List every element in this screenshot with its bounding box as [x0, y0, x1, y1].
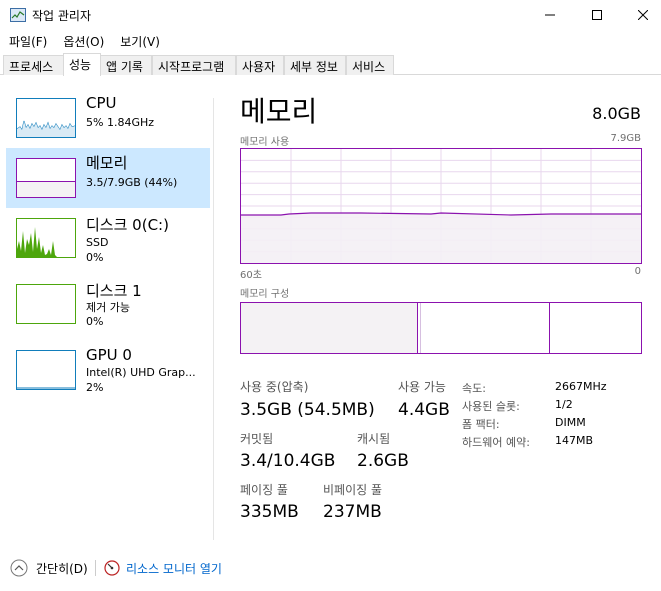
sidebar-item-gpu-0[interactable]: GPU 0 Intel(R) UHD Grap... 2%	[6, 342, 210, 402]
composition-standby-segment	[422, 303, 550, 353]
sidebar-gpu-0-model: Intel(R) UHD Grap...	[86, 366, 196, 379]
disk-1-mini-graph	[16, 284, 76, 324]
composition-modified-segment	[419, 303, 421, 353]
paged-pool-label: 페이징 풀	[240, 483, 288, 497]
tab-services[interactable]: 서비스	[346, 55, 394, 75]
graph-time-now-label: 0	[634, 266, 641, 277]
composition-in-use-segment	[241, 303, 418, 353]
available-value: 4.4GB	[398, 400, 450, 420]
menu-options[interactable]: 옵션(O)	[54, 30, 111, 52]
fewer-details-button[interactable]: 간단히(D)	[36, 560, 88, 577]
committed-value: 3.4/10.4GB	[240, 451, 336, 471]
nonpaged-pool-value: 237MB	[323, 502, 382, 522]
memory-usage-graph-max: 7.9GB	[610, 133, 641, 144]
title-bar: 작업 관리자	[0, 0, 661, 30]
sidebar-item-disk-0[interactable]: 디스크 0(C:) SSD 0%	[6, 210, 210, 270]
sidebar-disk-0-type: SSD	[86, 236, 109, 249]
sidebar-item-memory[interactable]: 메모리 3.5/7.9GB (44%)	[6, 148, 210, 208]
minimize-icon	[545, 14, 555, 16]
speed-value: 2667MHz	[555, 380, 607, 393]
close-icon	[638, 10, 648, 20]
hardware-reserved-value: 147MB	[555, 434, 594, 447]
menu-file[interactable]: 파일(F)	[0, 30, 54, 52]
menu-view[interactable]: 보기(V)	[111, 30, 167, 52]
sidebar-disk-1-type: 제거 가능	[86, 301, 130, 314]
tab-app-history[interactable]: 앱 기록	[100, 55, 152, 75]
memory-usage-graph	[240, 148, 642, 264]
sidebar-memory-usage: 3.5/7.9GB (44%)	[86, 176, 178, 189]
cpu-mini-graph	[16, 98, 76, 138]
sidebar-disk-1-usage: 0%	[86, 315, 104, 328]
committed-label: 커밋됨	[240, 432, 274, 446]
sidebar-item-cpu[interactable]: CPU 5% 1.84GHz	[6, 90, 210, 150]
slots-used-label: 사용된 슬롯:	[462, 400, 520, 413]
sidebar-disk-1-title: 디스크 1	[86, 282, 142, 300]
tab-performance[interactable]: 성능	[63, 53, 101, 76]
sidebar-divider	[213, 98, 214, 540]
in-use-label: 사용 중(압축)	[240, 380, 309, 394]
disk-0-mini-graph	[16, 218, 76, 258]
total-memory-capacity: 8.0GB	[592, 104, 641, 123]
sidebar-disk-0-usage: 0%	[86, 251, 104, 264]
close-button[interactable]	[620, 0, 661, 30]
speed-label: 속도:	[462, 382, 486, 395]
tab-users[interactable]: 사용자	[236, 55, 284, 75]
hardware-reserved-label: 하드웨어 예약:	[462, 436, 530, 449]
menu-bar: 파일(F) 옵션(O) 보기(V)	[0, 30, 661, 52]
sidebar-gpu-0-title: GPU 0	[86, 346, 132, 364]
sidebar-memory-title: 메모리	[86, 154, 128, 172]
tab-startup[interactable]: 시작프로그램	[152, 55, 236, 75]
available-label: 사용 가능	[398, 380, 446, 394]
footer-separator	[95, 560, 96, 576]
maximize-button[interactable]	[574, 0, 620, 30]
performance-sidebar: CPU 5% 1.84GHz 메모리 3.5/7.9GB (44%) 디스크 0…	[0, 76, 214, 541]
footer-bar: 간단히(D) 리소스 모니터 열기	[0, 551, 661, 591]
window-title: 작업 관리자	[32, 9, 92, 23]
resource-monitor-icon	[104, 560, 120, 579]
tab-details[interactable]: 세부 정보	[284, 55, 346, 75]
graph-time-span-label: 60초	[240, 270, 262, 281]
sidebar-cpu-title: CPU	[86, 94, 117, 112]
task-manager-app-icon	[10, 8, 26, 22]
gpu-0-mini-graph	[16, 350, 76, 390]
sidebar-cpu-usage: 5% 1.84GHz	[86, 116, 155, 129]
slots-used-value: 1/2	[555, 398, 573, 411]
tab-processes[interactable]: 프로세스	[3, 55, 64, 75]
open-resource-monitor-link[interactable]: 리소스 모니터 열기	[126, 560, 222, 577]
tab-bar: 프로세스 성능 앱 기록 시작프로그램 사용자 세부 정보 서비스	[0, 53, 661, 76]
sidebar-disk-0-title: 디스크 0(C:)	[86, 216, 169, 234]
memory-mini-graph	[16, 158, 76, 198]
sidebar-item-disk-1[interactable]: 디스크 1 제거 가능 0%	[6, 276, 210, 336]
page-title: 메모리	[240, 95, 318, 128]
cached-label: 캐시됨	[357, 432, 391, 446]
form-factor-label: 폼 팩터:	[462, 418, 500, 431]
maximize-icon	[592, 10, 602, 20]
paged-pool-value: 335MB	[240, 502, 299, 522]
form-factor-value: DIMM	[555, 416, 586, 429]
minimize-button[interactable]	[527, 0, 573, 30]
memory-composition-label: 메모리 구성	[240, 289, 290, 300]
memory-composition-bar	[240, 302, 642, 354]
nonpaged-pool-label: 비페이징 풀	[323, 483, 383, 497]
cached-value: 2.6GB	[357, 451, 409, 471]
in-use-value: 3.5GB (54.5MB)	[240, 400, 375, 420]
sidebar-gpu-0-usage: 2%	[86, 381, 104, 394]
memory-usage-graph-label: 메모리 사용	[240, 137, 290, 148]
chevron-up-icon[interactable]	[10, 559, 28, 580]
